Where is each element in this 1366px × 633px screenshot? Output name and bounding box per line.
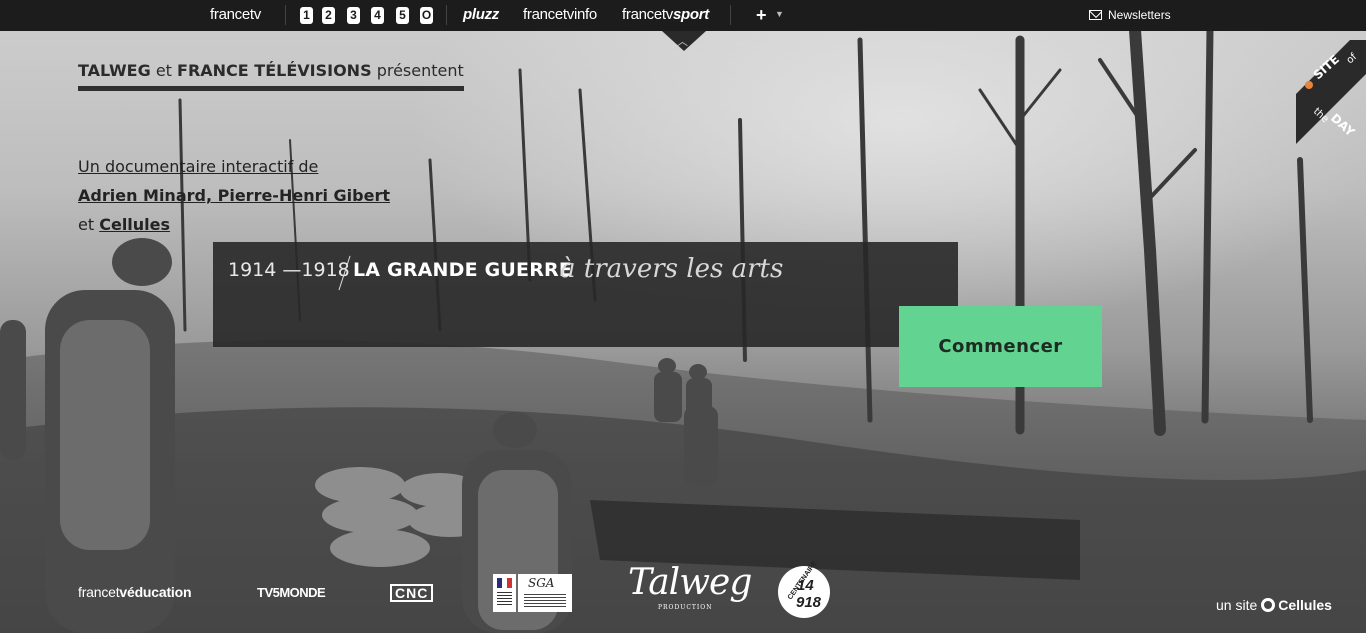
- sga-text: SGA: [528, 576, 555, 590]
- site-by-text: un site: [1216, 597, 1258, 613]
- presents-text: présentent: [376, 61, 464, 80]
- talweg-production-text: PRODUCTION: [658, 604, 713, 611]
- divider: [446, 5, 447, 25]
- mail-icon: [1089, 10, 1102, 20]
- channel-3-link[interactable]: 3: [347, 7, 360, 24]
- pluzz-link[interactable]: pluzz: [463, 6, 499, 23]
- francetveducation-suffix: véducation: [119, 584, 192, 600]
- chevron-up-icon: ︿: [677, 36, 688, 48]
- talweg-text: Talweg: [628, 562, 752, 603]
- channel-2-link[interactable]: 2: [322, 7, 335, 24]
- badge-day-text: DAY: [1328, 111, 1358, 140]
- talweg-name: TALWEG: [78, 61, 151, 80]
- credits-intro: Un documentaire interactif de: [78, 157, 319, 176]
- channel-4-link[interactable]: 4: [371, 7, 384, 24]
- francetveducation-prefix: francet: [78, 584, 120, 600]
- divider: [285, 5, 286, 25]
- francetveducation-logo[interactable]: francetvéducation: [78, 584, 192, 600]
- talweg-logo[interactable]: Talweg PRODUCTION: [628, 562, 752, 611]
- caret-down-icon: ▼: [775, 9, 784, 19]
- newsletters-link[interactable]: Newsletters: [1089, 8, 1171, 22]
- top-navigation-bar: francetv 1 2 3 4 5 O pluzz francetvinfo …: [0, 0, 1366, 31]
- francetvsport-link-suffix: sport: [672, 6, 709, 23]
- authors-link[interactable]: Adrien Minard, Pierre-Henri Gibert: [78, 186, 390, 205]
- francetvsport-link[interactable]: francetvsport: [622, 6, 709, 23]
- channel-5-link[interactable]: 5: [396, 7, 409, 24]
- title-main: LA GRANDE GUERRE: [353, 259, 573, 281]
- credits-block: Un documentaire interactif de Adrien Min…: [78, 152, 390, 239]
- plus-icon: +: [756, 5, 767, 25]
- cellules-ring-icon: [1261, 598, 1276, 612]
- cellules-credit-link[interactable]: un site Cellules: [1216, 597, 1332, 613]
- more-sites-button[interactable]: + ▼: [750, 0, 790, 31]
- start-button[interactable]: Commencer: [899, 306, 1102, 387]
- francetv-logo[interactable]: francetv: [210, 6, 261, 23]
- cellules-link[interactable]: Cellules: [99, 215, 170, 234]
- france-televisions-name: FRANCE TÉLÉVISIONS: [177, 61, 372, 80]
- channel-1-link[interactable]: 1: [300, 7, 313, 24]
- francetvinfo-link-prefix: francetv: [523, 6, 574, 23]
- divider: [730, 5, 731, 25]
- tv5monde-logo[interactable]: TV5MONDE: [257, 585, 326, 600]
- title-subtitle: à travers les arts: [560, 254, 784, 284]
- francetvinfo-link[interactable]: francetvinfo: [523, 6, 597, 23]
- credits-and: et: [78, 215, 95, 234]
- francetvinfo-link-suffix: info: [573, 6, 597, 23]
- cellules-credit-name: Cellules: [1278, 597, 1332, 613]
- sga-logo[interactable]: SGA: [518, 574, 572, 612]
- title-panel: 1914 —1918 LA GRANDE GUERRE à travers le…: [213, 242, 958, 347]
- and-text: et: [155, 61, 172, 80]
- channel-o-link[interactable]: O: [420, 7, 433, 24]
- newsletters-label: Newsletters: [1108, 8, 1171, 22]
- site-of-the-day-badge[interactable]: SITE of the DAY: [1296, 24, 1366, 150]
- ministere-logo[interactable]: [493, 574, 516, 612]
- centenaire-year-bottom: 918: [796, 594, 822, 611]
- pluzz-link-label: pluzz: [463, 6, 499, 23]
- centenaire-year-top: 14: [797, 577, 814, 594]
- francetvsport-link-prefix: francetv: [622, 6, 673, 23]
- cnc-logo[interactable]: CNC: [390, 584, 434, 602]
- centenaire-logo[interactable]: CENTENAIRE 14 918: [778, 560, 830, 618]
- sga-caption: [524, 594, 566, 608]
- presenters-heading: TALWEG et FRANCE TÉLÉVISIONS présentent: [78, 61, 464, 91]
- title-years: 1914 —1918: [228, 259, 350, 281]
